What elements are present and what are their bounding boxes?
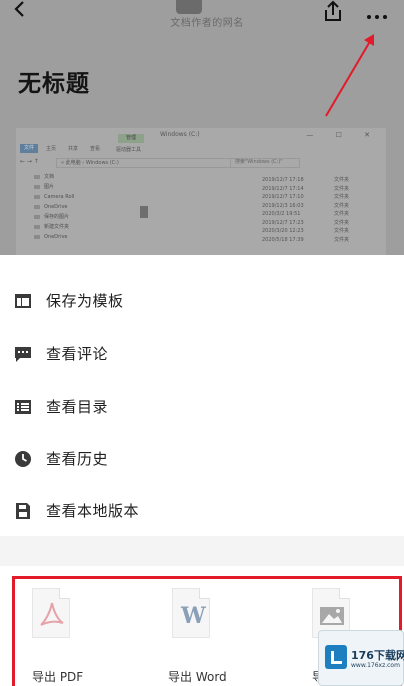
- share-icon: [325, 0, 341, 21]
- explorer-type-column: 文件夹 文件夹 文件夹 文件夹 文件夹 文件夹 文件夹 文件夹: [334, 176, 364, 244]
- toc-icon: [15, 400, 31, 414]
- explorer-window-buttons: — ☐ ✕: [306, 131, 380, 139]
- explorer-type-cell: 文件夹: [334, 211, 350, 217]
- comment-icon: [15, 347, 31, 362]
- pdf-file-icon: [32, 588, 70, 638]
- embedded-explorer-screenshot: Windows (C:) — ☐ ✕ 文件 主页 共享 查看 管理 驱动器工具 …: [16, 128, 386, 255]
- explorer-type-cell: 文件夹: [334, 202, 350, 209]
- site-watermark: 176下载网 www.176xz.com: [318, 630, 404, 686]
- explorer-sidebar-item: OneDrive: [34, 232, 114, 242]
- doc-owner-name: 文档作者的网名: [170, 18, 244, 29]
- document-preview-area: 文档作者的网名 无标题 Windows (C:) — ☐ ✕ 文件 主页 共享 …: [0, 0, 404, 255]
- menu-item-label: 查看历史: [46, 450, 109, 468]
- explorer-sidebar-item: Camera Roll: [34, 192, 114, 202]
- explorer-type-cell: 文件夹: [334, 194, 350, 200]
- explorer-manage-tab: 管理: [118, 134, 144, 143]
- explorer-sidebar-item: 保存的图片: [34, 212, 114, 222]
- explorer-nav-arrows: ← → ↑: [20, 158, 39, 165]
- more-button[interactable]: [366, 6, 388, 19]
- explorer-sidebar-item: 新建文件夹: [34, 222, 114, 232]
- explorer-date-cell: 2020/3/20 12:23: [262, 228, 304, 234]
- export-word-label: 导出 Word: [168, 670, 227, 684]
- chevron-left-icon: [14, 1, 24, 17]
- explorer-date-cell: 2019/12/3 16:03: [262, 202, 304, 209]
- avatar: [176, 0, 202, 14]
- explorer-date-cell: 2020/3/2 19:51: [262, 211, 301, 217]
- export-pdf-button[interactable]: 导出 PDF: [12, 588, 92, 686]
- history-icon: [15, 451, 31, 467]
- explorer-date-cell: 2020/5/18 17:39: [262, 236, 304, 243]
- export-pdf-label: 导出 PDF: [32, 670, 84, 684]
- template-icon: [15, 294, 31, 308]
- explorer-type-cell: 文件夹: [334, 185, 350, 192]
- explorer-titlebar: Windows (C:) — ☐ ✕: [16, 128, 386, 142]
- explorer-file-tab: 文件: [20, 144, 38, 153]
- explorer-drive-tools: 驱动器工具: [116, 147, 142, 153]
- menu-item-save-as-template[interactable]: 保存为模板: [0, 276, 404, 326]
- explorer-sidebar: 文档 图片 Camera Roll OneDrive 保存的图片 新建文件夹 O…: [34, 172, 114, 242]
- explorer-sidebar-item: 图片: [34, 182, 114, 192]
- more-options-sheet: 保存为模板 查看评论 查看目录 查看历史 查看本地版本: [0, 256, 404, 536]
- more-dots-icon: [367, 15, 387, 19]
- menu-item-label: 保存为模板: [46, 292, 124, 310]
- explorer-sidebar-item: OneDrive: [34, 202, 114, 212]
- explorer-date-cell: 2019/12/7 17:18: [262, 177, 304, 183]
- watermark-logo-icon: [325, 645, 347, 669]
- explorer-ribbon-tab: 主页: [46, 146, 57, 152]
- menu-item-view-toc[interactable]: 查看目录: [0, 382, 404, 432]
- explorer-type-cell: 文件夹: [334, 177, 350, 183]
- watermark-subtext: www.176xz.com: [351, 662, 400, 669]
- share-button[interactable]: [320, 0, 346, 22]
- word-file-icon: W: [172, 588, 210, 638]
- explorer-date-cell: 2019/12/7 17:10: [262, 194, 304, 200]
- explorer-sidebar-item: 文档: [34, 172, 114, 182]
- save-local-icon: [16, 503, 30, 519]
- explorer-cursor-mark: [140, 206, 148, 218]
- explorer-ribbon: 文件 主页 共享 查看 管理 驱动器工具: [16, 134, 386, 154]
- explorer-type-cell: 文件夹: [334, 219, 350, 226]
- explorer-date-cell: 2019/12/7 17:14: [262, 185, 304, 192]
- menu-item-view-history[interactable]: 查看历史: [0, 434, 404, 484]
- explorer-ribbon-tab: 查看: [90, 146, 101, 152]
- explorer-date-cell: 2019/12/7 17:23: [262, 219, 304, 226]
- menu-item-view-local-version[interactable]: 查看本地版本: [0, 486, 404, 536]
- explorer-window-title: Windows (C:): [160, 131, 200, 138]
- explorer-date-column: 2019/12/7 17:18 2019/12/7 17:14 2019/12/…: [262, 176, 322, 244]
- document-title: 无标题: [18, 71, 90, 97]
- watermark-text: 176下载网: [351, 649, 404, 662]
- menu-item-label: 查看目录: [46, 398, 109, 416]
- back-button[interactable]: [8, 0, 32, 24]
- explorer-search-box: 搜索"Windows (C:)": [230, 158, 300, 168]
- annotation-arrow: [325, 34, 374, 117]
- export-word-button[interactable]: W 导出 Word: [152, 588, 232, 686]
- menu-item-label: 查看评论: [46, 345, 109, 363]
- section-divider: [0, 536, 404, 566]
- explorer-type-cell: 文件夹: [334, 228, 350, 234]
- explorer-ribbon-tab: 共享: [68, 146, 79, 152]
- menu-item-view-comments[interactable]: 查看评论: [0, 329, 404, 379]
- explorer-type-cell: 文件夹: [334, 236, 350, 243]
- menu-item-label: 查看本地版本: [46, 502, 140, 520]
